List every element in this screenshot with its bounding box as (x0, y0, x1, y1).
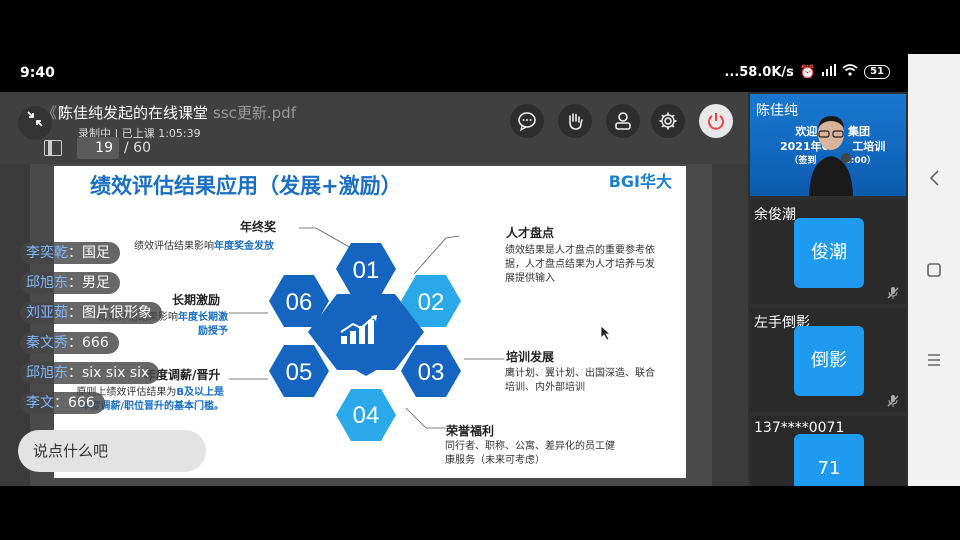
mic-off-icon (887, 395, 899, 407)
participant-avatar: 71 (794, 434, 864, 486)
talent-review-head: 人才盘点 (506, 226, 555, 240)
signal-icon (822, 64, 837, 80)
chat-input[interactable]: 说点什么吧 (18, 430, 206, 472)
hex-04-label: 04 (353, 402, 380, 429)
training-text: 鹰计划、翼计划、出国深造、联合培训、内外部培训 (505, 368, 655, 393)
class-title: 陈佳纯发起的在线课堂 (58, 104, 209, 122)
system-nav-bar (908, 54, 960, 486)
participant-panel: 陈佳纯 欢迎 集团 2021年0 工培训 （签到 0:00） 余俊潮 俊潮 左手… (748, 92, 908, 486)
top-letterbox (0, 0, 960, 58)
chat-message: 邱旭东：男足 (20, 272, 120, 294)
chat-message: 李奕乾：国足 (20, 242, 120, 264)
user-icon (615, 112, 631, 130)
end-class-button[interactable] (699, 104, 733, 138)
talent-review-text: 绩效结果是人才盘点的重要参考依据，人才盘点结果为人才培养与发展提供输入 (505, 245, 655, 284)
annual-bonus-text: 绩效评估结果影响年度奖金发放 (134, 241, 274, 252)
mic-off-icon (887, 287, 899, 299)
participant-name: 余俊潮 (754, 207, 796, 223)
alarm-icon: ⏰ (799, 64, 817, 80)
bottom-letterbox (0, 486, 960, 540)
chat-message: 秦文秀：666 (20, 332, 119, 354)
back-icon[interactable] (928, 170, 940, 190)
page-number-input[interactable]: 19 (77, 137, 119, 159)
participant-tile[interactable]: 左手倒影 倒影 (750, 308, 906, 412)
honor-text: 同行者、职称、公寓、差异化的员工健康服务（未来可考虑） (445, 441, 615, 466)
profile-button[interactable] (606, 104, 640, 138)
chat-message: 邱旭东：six six six (20, 362, 160, 384)
sidebar-toggle-icon[interactable] (44, 140, 62, 156)
power-icon (708, 113, 724, 130)
mouse-cursor-icon (600, 325, 612, 341)
file-name-suffix: ssc更新.pdf (213, 104, 296, 122)
participant-avatar: 俊潮 (794, 218, 864, 288)
chat-message: 李文：666 (20, 392, 105, 414)
annual-bonus-head: 年终奖 (240, 220, 277, 234)
hex-05-label: 05 (286, 359, 313, 386)
chat-message: 刘亚茹：图片很形象 (20, 302, 162, 324)
participant-tile[interactable]: 137****0071 71 (750, 416, 906, 486)
training-head: 培训发展 (506, 350, 555, 364)
participant-avatar: 倒影 (794, 326, 864, 396)
net-speed: ...58.0K/s (724, 64, 794, 80)
collapse-icon[interactable] (18, 106, 52, 140)
raise-hand-icon (569, 113, 583, 130)
host-person-image (809, 116, 853, 196)
hex-01-label: 01 (353, 257, 380, 284)
page-total: / 60 (124, 140, 151, 156)
chat-button[interactable] (510, 104, 544, 138)
hex-06-label: 06 (286, 289, 313, 316)
class-toolbar: 《1 ssc更新.pdf 陈佳纯发起的在线课堂 录制中 | 已上课 1:05:3… (0, 92, 748, 164)
status-time: 9:40 (20, 65, 55, 81)
host-name: 陈佳纯 (756, 103, 798, 119)
settings-button[interactable] (651, 104, 685, 138)
battery-indicator: 51 (864, 65, 890, 79)
honor-head: 荣誉福利 (446, 424, 495, 438)
home-icon[interactable] (927, 262, 941, 281)
hex-02-label: 02 (418, 289, 445, 316)
menu-icon[interactable] (927, 352, 941, 371)
wifi-icon (842, 64, 858, 80)
raise-hand-button[interactable] (558, 104, 592, 138)
long-term-head: 长期激励 (172, 293, 221, 307)
participant-tile[interactable]: 余俊潮 俊潮 (750, 200, 906, 304)
chat-icon (518, 112, 536, 131)
gear-icon (659, 112, 677, 130)
hex-03-label: 03 (418, 359, 445, 386)
host-video-tile[interactable]: 陈佳纯 欢迎 集团 2021年0 工培训 （签到 0:00） (750, 94, 906, 196)
status-bar: 9:40 ...58.0K/s ⏰ 51 (0, 58, 908, 90)
